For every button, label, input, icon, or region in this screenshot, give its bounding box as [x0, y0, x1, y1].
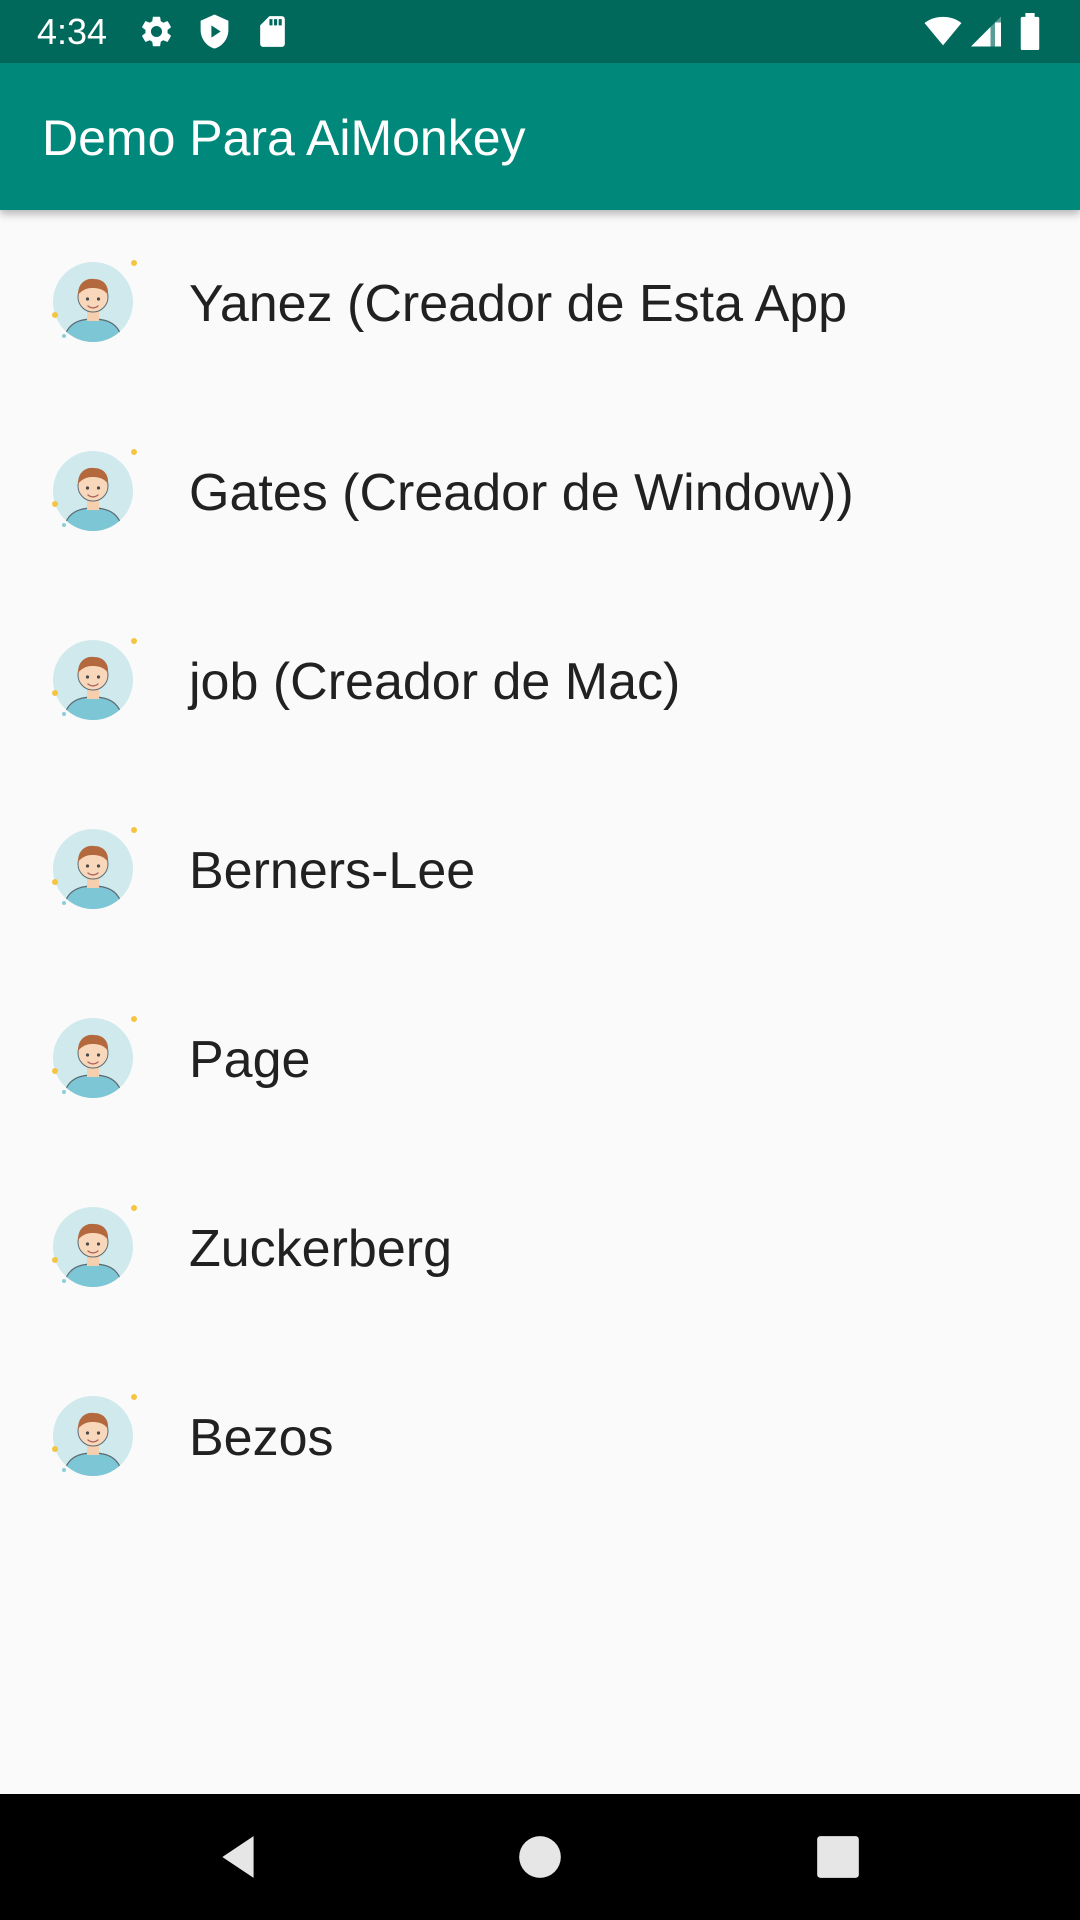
recents-icon[interactable] [813, 1832, 863, 1882]
status-time: 4:34 [37, 11, 108, 52]
wifi-icon [922, 13, 964, 50]
contact-list-item[interactable]: Gates (Creador de Window)) [0, 399, 1080, 588]
sd-card-icon [254, 13, 291, 50]
contact-list-item[interactable]: Berners-Lee [0, 777, 1080, 966]
app-bar: Demo Para AiMonkey [0, 63, 1080, 210]
contact-list-item[interactable]: Page [0, 966, 1080, 1155]
contact-name: Gates (Creador de Window)) [189, 464, 854, 522]
avatar-icon [48, 1391, 138, 1481]
avatar-icon [48, 824, 138, 914]
contact-name: Berners-Lee [189, 842, 476, 900]
cell-signal-icon [968, 13, 1004, 50]
contact-name: Zuckerberg [189, 1220, 452, 1278]
contact-list-item[interactable]: Bezos [0, 1344, 1080, 1533]
app-title: Demo Para AiMonkey [42, 110, 526, 166]
contact-name: Yanez (Creador de Esta App [189, 275, 848, 333]
contact-list-item[interactable]: Zuckerberg [0, 1155, 1080, 1344]
contact-name: Page [189, 1031, 311, 1089]
avatar-icon [48, 257, 138, 347]
contact-list-item[interactable]: job (Creador de Mac) [0, 588, 1080, 777]
contact-list: Yanez (Creador de Esta App Gates (Creado… [0, 210, 1080, 1533]
contact-list-item[interactable]: Yanez (Creador de Esta App [0, 210, 1080, 399]
avatar-icon [48, 1013, 138, 1103]
screen: 4:34 Demo Para AiMonkey Yanez (Creador d… [0, 0, 1080, 1920]
avatar-icon [48, 635, 138, 725]
shield-icon [196, 13, 233, 50]
home-icon[interactable] [515, 1832, 565, 1882]
avatar-icon [48, 446, 138, 536]
battery-icon [1016, 13, 1044, 50]
navigation-bar [0, 1794, 1080, 1920]
contact-name: job (Creador de Mac) [189, 653, 681, 711]
status-bar: 4:34 [0, 0, 1080, 63]
gear-icon [138, 13, 175, 50]
avatar-icon [48, 1202, 138, 1292]
back-icon[interactable] [214, 1832, 264, 1882]
contact-name: Bezos [189, 1409, 334, 1467]
